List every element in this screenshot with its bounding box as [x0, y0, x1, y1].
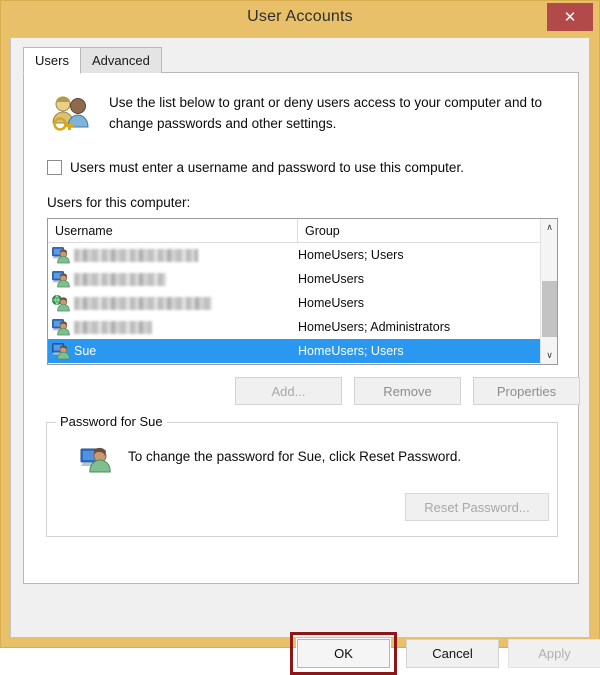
add-button[interactable]: Add... — [235, 377, 342, 405]
microsoft-account-icon — [52, 294, 70, 312]
table-row[interactable]: Sue HomeUsers; Users — [48, 339, 542, 363]
column-header-username[interactable]: Username — [48, 219, 298, 242]
table-row[interactable]: HomeUsers — [48, 267, 542, 291]
info-text: Use the list below to grant or deny user… — [109, 95, 542, 131]
single-user-icon — [80, 444, 114, 478]
tab-users[interactable]: Users — [23, 47, 81, 74]
close-icon: ✕ — [563, 8, 577, 26]
tab-advanced-label: Advanced — [92, 53, 150, 68]
require-password-checkbox-row[interactable]: Users must enter a username and password… — [47, 160, 464, 175]
user-account-icon — [52, 270, 70, 288]
table-row[interactable]: HomeUsers — [48, 291, 542, 315]
users-list-scrollbar[interactable]: ∧ ∨ — [540, 219, 557, 364]
user-group-cell: HomeUsers — [298, 296, 364, 310]
redacted-username — [74, 297, 212, 311]
apply-button: Apply — [508, 639, 600, 668]
title-bar: User Accounts ✕ — [1, 1, 599, 37]
table-row[interactable]: HomeUsers; Users — [48, 243, 542, 267]
scroll-up-icon[interactable]: ∧ — [541, 219, 557, 236]
user-group-cell: HomeUsers; Users — [298, 344, 404, 358]
user-group-cell: HomeUsers — [298, 272, 364, 286]
users-list-label: Users for this computer: — [47, 195, 191, 210]
user-group-cell: HomeUsers; Administrators — [298, 320, 451, 334]
table-row[interactable]: HomeUsers; Administrators — [48, 315, 542, 339]
user-name-cell — [74, 320, 152, 335]
properties-button[interactable]: Properties — [473, 377, 580, 405]
scroll-down-icon[interactable]: ∨ — [541, 347, 557, 364]
password-group-title: Password for Sue — [56, 414, 167, 429]
password-info-text: To change the password for Sue, click Re… — [128, 449, 462, 464]
user-account-icon — [52, 342, 70, 360]
tab-strip: Users Advanced — [23, 47, 579, 74]
user-group-cell: HomeUsers; Users — [298, 248, 404, 262]
column-header-group[interactable]: Group — [298, 219, 541, 242]
redacted-username — [74, 273, 166, 287]
user-account-icon — [52, 318, 70, 336]
user-name-cell — [74, 272, 166, 287]
close-button[interactable]: ✕ — [547, 3, 593, 31]
user-account-icon — [52, 246, 70, 264]
dialog-body: Users Advanced Use the list below to gra… — [10, 37, 600, 675]
reset-password-button[interactable]: Reset Password... — [405, 493, 549, 521]
require-password-checkbox[interactable] — [47, 160, 62, 175]
user-name-cell — [74, 296, 212, 311]
redacted-username — [74, 321, 152, 335]
remove-button[interactable]: Remove — [354, 377, 461, 405]
require-password-label: Users must enter a username and password… — [70, 160, 464, 175]
scrollbar-thumb[interactable] — [542, 281, 557, 337]
user-name-cell — [74, 248, 198, 263]
tab-users-label: Users — [35, 53, 69, 68]
tab-advanced[interactable]: Advanced — [80, 47, 162, 73]
user-accounts-window: User Accounts ✕ Users Advanced Use the l… — [0, 0, 600, 675]
redacted-username — [74, 249, 198, 263]
window-title: User Accounts — [247, 8, 353, 25]
users-key-icon — [48, 93, 94, 137]
user-name-cell: Sue — [74, 344, 97, 358]
cancel-button[interactable]: Cancel — [406, 639, 499, 668]
users-list-rows: HomeUsers; Users HomeUsers HomeUsers HomeUs… — [48, 243, 542, 364]
password-group-box: Password for Sue To change the password … — [46, 414, 558, 537]
users-list[interactable]: Username Group HomeUsers; Users HomeUsers… — [47, 218, 558, 365]
ok-button[interactable]: OK — [296, 638, 391, 669]
users-list-header: Username Group — [48, 219, 557, 243]
tab-panel-users: Use the list below to grant or deny user… — [23, 72, 580, 584]
